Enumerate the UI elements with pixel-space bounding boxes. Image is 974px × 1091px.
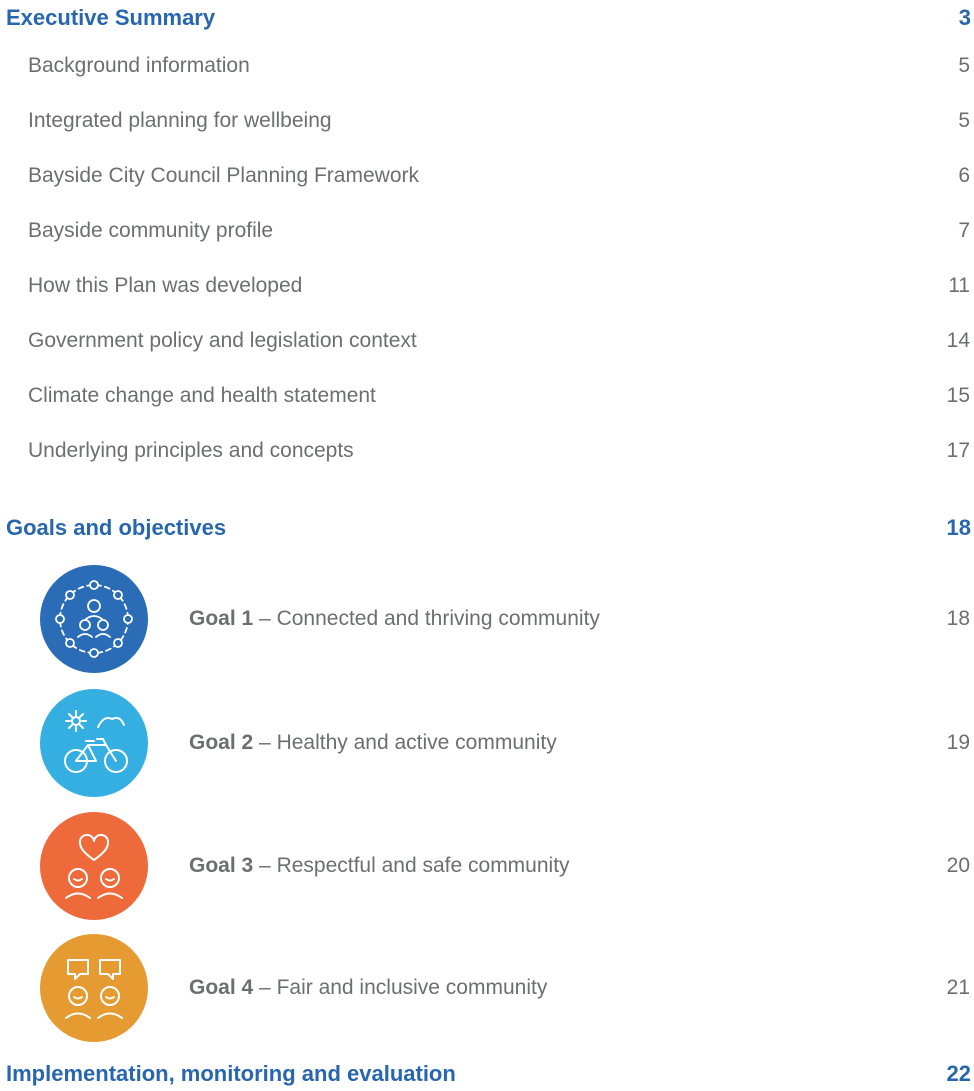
goal-title: Respectful and safe community [276,854,570,877]
toc-goal-text: Goal 3 – Respectful and safe community [189,854,910,878]
toc-page-number: 5 [958,54,970,77]
goal-number: Goal 4 [189,976,254,999]
toc-entry-label: Background information [28,54,250,77]
goal-separator: – [253,731,277,754]
goal-separator: – [253,854,277,877]
toc-heading-label: Implementation, monitoring and evaluatio… [6,1061,456,1086]
goal-title: Healthy and active community [276,731,557,754]
toc-entry-label: How this Plan was developed [28,274,303,297]
toc-page-number: 21 [946,976,970,999]
goal-number: Goal 3 [189,854,254,877]
toc-heading-label: Goals and objectives [6,515,227,540]
toc-page-number: 20 [946,854,970,877]
toc-page-number: 14 [946,329,970,352]
toc-entry-underlying-principles[interactable]: Underlying principles and concepts 17 [0,434,974,468]
toc-entry-label: Underlying principles and concepts [28,439,354,462]
goal-number: Goal 1 [189,607,254,630]
heart-people-icon [40,812,148,920]
toc-page-number: 5 [958,109,970,132]
toc-page-number: 22 [946,1061,971,1086]
toc-page-number: 18 [946,607,970,630]
toc-entry-label: Government policy and legislation contex… [28,329,417,352]
toc-goal-2[interactable]: Goal 2 – Healthy and active community 19 [0,687,974,799]
goal-number: Goal 2 [189,731,254,754]
toc-page-number: 19 [946,731,970,754]
goal-title: Fair and inclusive community [276,976,548,999]
toc-entry-community-profile[interactable]: Bayside community profile 7 [0,214,974,248]
goal-separator: – [253,607,277,630]
bicycle-sun-icon [40,689,148,797]
toc-heading-executive-summary[interactable]: Executive Summary 3 [0,1,974,35]
toc-entry-label: Integrated planning for wellbeing [28,109,332,132]
toc-entry-background-information[interactable]: Background information 5 [0,49,974,83]
toc-goal-text: Goal 4 – Fair and inclusive community [189,976,910,1000]
toc-goal-3[interactable]: Goal 3 – Respectful and safe community 2… [0,810,974,922]
toc-page-number: 18 [946,515,971,540]
toc-goal-text: Goal 1 – Connected and thriving communit… [189,607,910,631]
goal-separator: – [253,976,277,999]
community-network-icon [40,565,148,673]
toc-entry-label: Bayside community profile [28,219,274,242]
speech-people-icon [40,934,148,1042]
toc-entry-climate-change[interactable]: Climate change and health statement 15 [0,379,974,413]
toc-goal-text: Goal 2 – Healthy and active community [189,731,910,755]
toc-entry-label: Climate change and health statement [28,384,376,407]
toc-page-number: 7 [958,219,970,242]
toc-goal-4[interactable]: Goal 4 – Fair and inclusive community 21 [0,932,974,1044]
toc-goal-1[interactable]: Goal 1 – Connected and thriving communit… [0,563,974,675]
toc-entry-planning-framework[interactable]: Bayside City Council Planning Framework … [0,159,974,193]
toc-entry-government-policy[interactable]: Government policy and legislation contex… [0,324,974,358]
toc-page-number: 3 [958,5,971,30]
toc-heading-label: Executive Summary [6,5,216,30]
toc-page-number: 11 [948,274,970,297]
toc-page-number: 6 [958,164,970,187]
toc-entry-integrated-planning[interactable]: Integrated planning for wellbeing 5 [0,104,974,138]
goal-title: Connected and thriving community [276,607,600,630]
toc-entry-plan-developed[interactable]: How this Plan was developed 11 [0,269,974,303]
toc-page-number: 17 [946,439,970,462]
toc-heading-goals[interactable]: Goals and objectives 18 [0,511,974,545]
toc-entry-label: Bayside City Council Planning Framework [28,164,419,187]
toc-page-number: 15 [946,384,970,407]
